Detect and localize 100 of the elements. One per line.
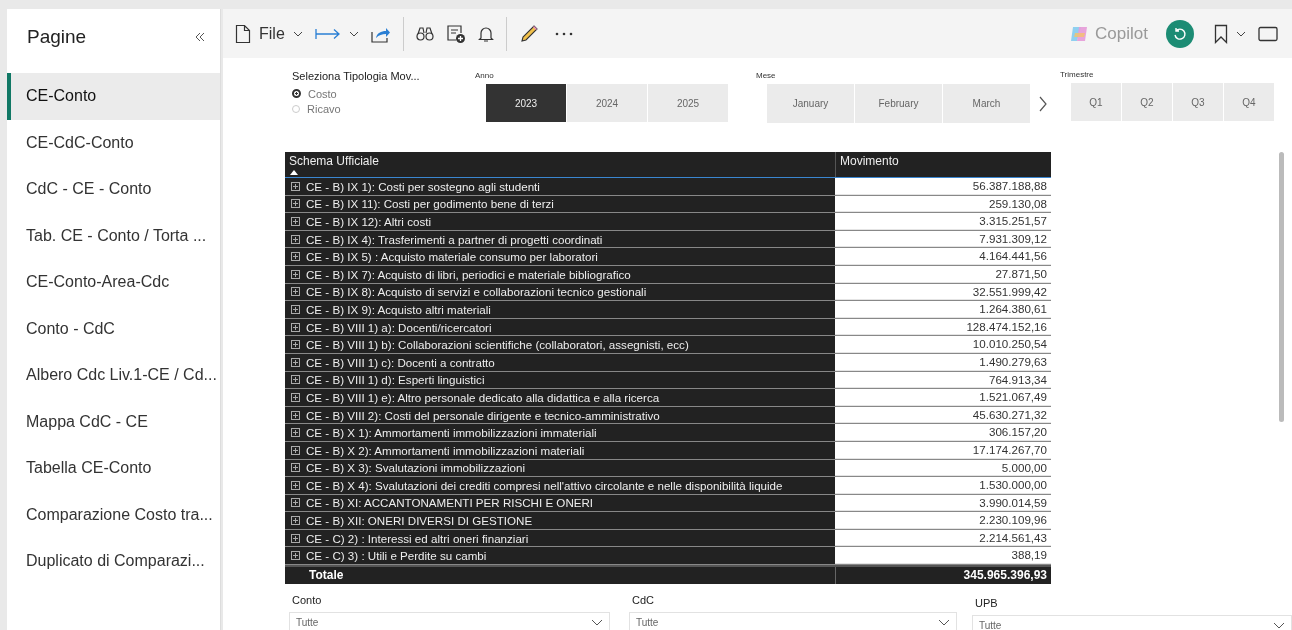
row-label: CE - B) VIII 1) c): Docenti a contratto [306, 355, 495, 369]
page-tab[interactable]: CE-Conto-Area-Cdc [7, 259, 220, 306]
dropdown[interactable]: Tutte [629, 612, 957, 630]
page-tab[interactable]: Albero Cdc Liv.1-CE / Cd... [7, 352, 220, 399]
document-icon[interactable] [235, 23, 251, 44]
row-label: CE - B) IX 12): Altri costi [306, 215, 431, 228]
column-header[interactable]: Movimento [835, 152, 1051, 177]
chevron-down-icon[interactable] [348, 30, 359, 37]
expand-icon[interactable] [291, 375, 300, 385]
page-tab[interactable]: CdC - CE - Conto [7, 166, 220, 213]
file-menu-button[interactable]: File [259, 24, 285, 43]
arrow-right-icon[interactable] [314, 27, 341, 40]
quarter-tile[interactable]: Q1 [1071, 83, 1121, 121]
expand-icon[interactable] [291, 304, 300, 314]
row-label: CE - C) 2) : Interessi ed altri oneri finanziari [306, 531, 529, 545]
month-tile[interactable]: January [767, 84, 854, 123]
expand-icon[interactable] [291, 234, 300, 244]
undo-icon [1173, 26, 1187, 41]
slicer-title: Anno [475, 71, 495, 80]
bookmark-icon[interactable] [1214, 23, 1228, 44]
quarter-tile[interactable]: Q3 [1173, 83, 1223, 121]
expand-icon[interactable] [291, 252, 300, 262]
pages-title: Pagine [27, 26, 87, 48]
binoculars-icon[interactable] [415, 26, 434, 41]
slicer-title: Seleziona Tipologia Mov... [292, 70, 420, 82]
expand-icon[interactable] [291, 392, 300, 402]
expand-icon[interactable] [291, 340, 300, 350]
chevron-down-icon[interactable] [1236, 30, 1246, 37]
expand-icon[interactable] [291, 269, 300, 279]
expand-icon[interactable] [291, 199, 300, 209]
chevron-down-icon [938, 618, 950, 626]
page-tab[interactable]: Comparazione Costo tra... [7, 491, 220, 538]
bell-icon[interactable] [477, 24, 494, 43]
row-label: CE - B) VIII 1) a): Docenti/ricercatori [306, 320, 492, 334]
expand-icon[interactable] [291, 498, 300, 508]
expand-icon[interactable] [291, 463, 300, 473]
total-value: 345.965.396,93 [835, 567, 1051, 585]
page-tab[interactable]: Mappa CdC - CE [7, 398, 220, 445]
expand-icon[interactable] [291, 217, 300, 226]
chevron-down-icon [1273, 621, 1285, 629]
row-label: CE - B) X 3): Svalutazioni immobilizzazioni [306, 461, 526, 475]
chevron-down-icon [591, 618, 603, 626]
expand-icon[interactable] [291, 551, 300, 561]
page-tab[interactable]: Tabella CE-Conto [7, 445, 220, 492]
month-tile[interactable]: March [943, 84, 1030, 123]
table-cell: 56.387.188,88 [835, 178, 1051, 195]
scrollbar[interactable] [1279, 152, 1284, 422]
row-label: CE - B) X 1): Ammortamenti immobilizzazioni immateriali [306, 426, 597, 440]
reset-button[interactable] [1166, 19, 1194, 48]
expand-icon[interactable] [291, 480, 300, 490]
row-label: CE - B) IX 7): Acquisto di libri, periodici e materiale bibliografico [306, 267, 631, 281]
page-tab[interactable]: CE-CdC-Conto [7, 119, 220, 166]
page-tab[interactable]: Duplicato di Comparazi... [7, 538, 220, 585]
page-tab[interactable]: CE-Conto [7, 73, 220, 120]
expand-icon[interactable] [291, 322, 300, 332]
expand-icon[interactable] [291, 428, 300, 438]
row-label: CE - B) VIII 1) e): Altro personale dedicato alla didattica e alla ricerca [306, 390, 660, 404]
radio-option[interactable]: Costo [292, 86, 420, 101]
table-cell: 306.157,20 [835, 424, 1051, 441]
dropdown[interactable]: Tutte [289, 612, 610, 630]
quarter-tile[interactable]: Q2 [1122, 83, 1172, 121]
month-tile[interactable]: February [855, 84, 942, 123]
quarter-tile[interactable]: Q4 [1224, 83, 1274, 121]
expand-icon[interactable] [291, 516, 300, 526]
window-icon[interactable] [1258, 25, 1278, 42]
expand-icon[interactable] [291, 287, 300, 297]
row-label: CE - B) IX 4): Trasferimenti a partner di progetti coordinati [306, 232, 603, 246]
expand-icon[interactable] [291, 357, 300, 367]
year-tile[interactable]: 2024 [567, 84, 647, 122]
row-label: CE - B) IX 8): Acquisto di servizi e collaborazioni tecnico gestionali [306, 285, 647, 299]
table-cell: 1.530.000,00 [835, 477, 1051, 494]
expand-icon[interactable] [291, 181, 300, 191]
radio-option[interactable]: Ricavo [292, 101, 420, 116]
row-label: CE - C) 3) : Utili e Perdite su cambi [306, 549, 487, 563]
year-tile[interactable]: 2025 [648, 84, 728, 122]
expand-icon[interactable] [291, 410, 300, 420]
chevron-right-icon[interactable] [1039, 95, 1047, 112]
collapse-icon[interactable] [194, 31, 206, 43]
page-tab[interactable]: Conto - CdC [7, 305, 220, 352]
row-label: CE - B) VIII 2): Costi del personale dirigente e tecnico-amministrativo [306, 408, 660, 422]
row-label: CE - B) XI: ACCANTONAMENTI PER RISCHI E ONERI [306, 496, 594, 510]
table-cell: 3.315.251,57 [835, 213, 1051, 230]
table-cell: 2.230.109,96 [835, 512, 1051, 529]
sort-arrow-icon[interactable] [290, 170, 298, 175]
chevron-down-icon[interactable] [292, 30, 303, 37]
row-label: CE - B) VIII 1) d): Esperti linguistici [306, 373, 485, 387]
row-label: CE - B) XII: ONERI DIVERSI DI GESTIONE [306, 514, 533, 528]
row-label: CE - B) IX 11): Costi per godimento bene di terzi [306, 197, 554, 211]
page-tab[interactable]: Tab. CE - Conto / Torta ... [7, 212, 220, 259]
add-comment-icon[interactable] [445, 23, 466, 44]
radio-button[interactable] [292, 89, 301, 98]
column-header[interactable]: Schema Ufficiale [285, 152, 835, 177]
dropdown[interactable]: Tutte [972, 615, 1292, 630]
expand-icon[interactable] [291, 533, 300, 543]
row-label: CE - B) IX 5) : Acquisto materiale consumo per laboratori [306, 250, 598, 264]
table-cell: 388,19 [835, 547, 1051, 565]
pencil-icon[interactable] [518, 23, 539, 44]
year-tile[interactable]: 2023 [486, 84, 566, 122]
expand-icon[interactable] [291, 445, 300, 455]
table-cell: 10.010.250,54 [835, 336, 1051, 353]
